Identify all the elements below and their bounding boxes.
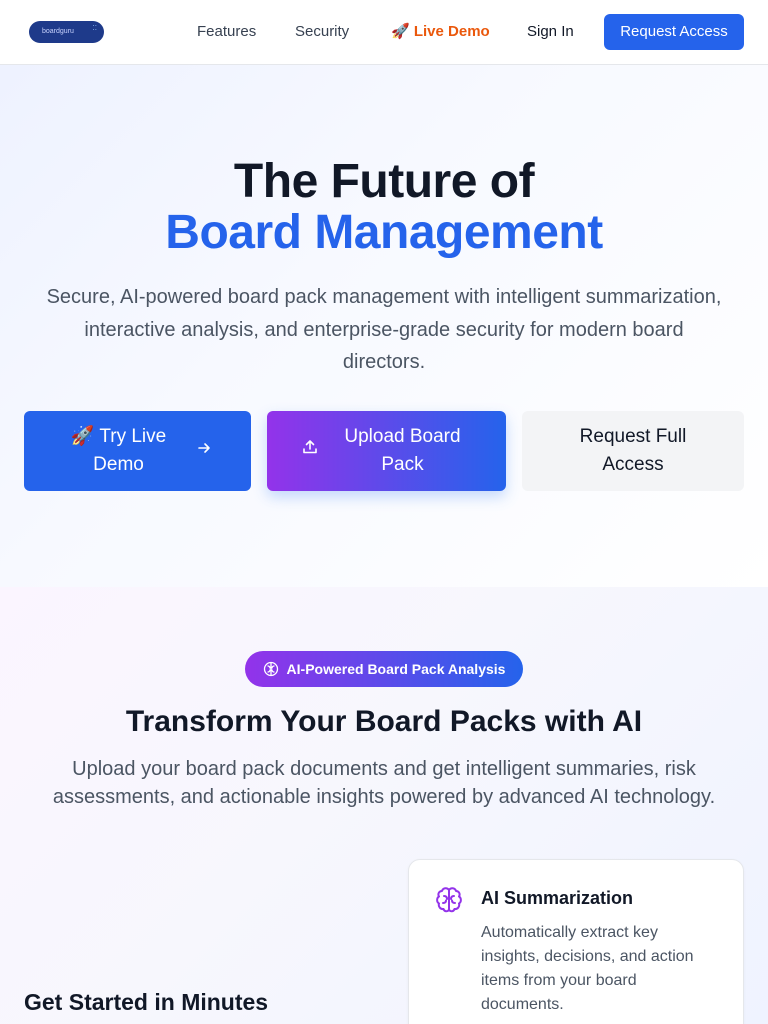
upload-icon: [301, 437, 319, 465]
request-full-access-label: Request Full Access: [579, 426, 687, 475]
card-description: Automatically extract key insights, deci…: [481, 924, 694, 1013]
brain-icon: [263, 661, 279, 677]
try-live-demo-label: 🚀 Try Live Demo: [70, 426, 167, 475]
hero-title: The Future of: [233, 155, 535, 208]
arrow-right-icon: [196, 437, 212, 465]
hero-title-highlight: Board Management: [165, 206, 603, 259]
upload-board-pack-label: Upload Board Pack: [344, 426, 461, 475]
logo-text: boardguru: [42, 28, 74, 35]
nav-link-features[interactable]: Features: [197, 22, 256, 42]
upload-board-pack-button[interactable]: Upload Board Pack: [267, 411, 506, 491]
logo-mark-icon: ⁚⁚: [92, 25, 97, 32]
ai-section-title: Transform Your Board Packs with AI: [125, 705, 643, 738]
top-navbar: boardguru ⁚⁚ Features Security 🚀 Live De…: [0, 0, 768, 65]
card-title: AI Summarization: [481, 888, 634, 908]
nav-link-security[interactable]: Security: [295, 22, 349, 42]
brand-logo[interactable]: boardguru ⁚⁚: [29, 21, 104, 43]
request-full-access-button[interactable]: Request Full Access: [522, 411, 744, 491]
try-live-demo-button[interactable]: 🚀 Try Live Demo: [24, 411, 251, 491]
request-access-button[interactable]: Request Access: [604, 14, 744, 50]
ai-analysis-badge: AI-Powered Board Pack Analysis: [245, 651, 523, 687]
brain-icon: [433, 884, 465, 921]
ai-section-subtitle: Upload your board pack documents and get…: [52, 758, 716, 808]
sign-in-link[interactable]: Sign In: [527, 22, 574, 42]
ai-summarization-card: AI Summarization Automatically extract k…: [408, 859, 744, 1024]
hero-subtitle: Secure, AI-powered board pack management…: [46, 286, 722, 373]
nav-link-live-demo[interactable]: 🚀 Live Demo: [391, 22, 490, 42]
get-started-heading: Get Started in Minutes: [24, 989, 269, 1015]
badge-label: AI-Powered Board Pack Analysis: [286, 661, 506, 677]
